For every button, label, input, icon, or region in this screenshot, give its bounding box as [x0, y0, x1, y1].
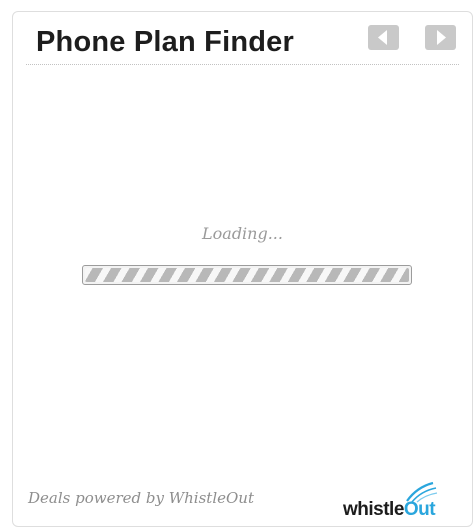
- loading-label: Loading...: [202, 224, 283, 243]
- logo-wordmark: whistleOut: [343, 499, 436, 521]
- widget-title: Phone Plan Finder: [36, 26, 294, 58]
- logo-word-whistle: whistle: [343, 499, 404, 520]
- whistleout-logo[interactable]: whistleOut: [343, 481, 473, 525]
- next-button[interactable]: [425, 25, 456, 50]
- previous-button[interactable]: [368, 25, 399, 50]
- logo-word-out: Out: [403, 499, 436, 520]
- header-divider: [26, 64, 459, 65]
- arrow-right-icon: [437, 30, 446, 45]
- loading-progress-bar: [82, 265, 412, 285]
- phone-plan-finder-widget: Phone Plan Finder Loading... Deals power…: [12, 11, 473, 527]
- powered-by-text: Deals powered by WhistleOut: [28, 489, 254, 507]
- arrow-left-icon: [378, 30, 387, 45]
- progress-fill: [85, 268, 409, 282]
